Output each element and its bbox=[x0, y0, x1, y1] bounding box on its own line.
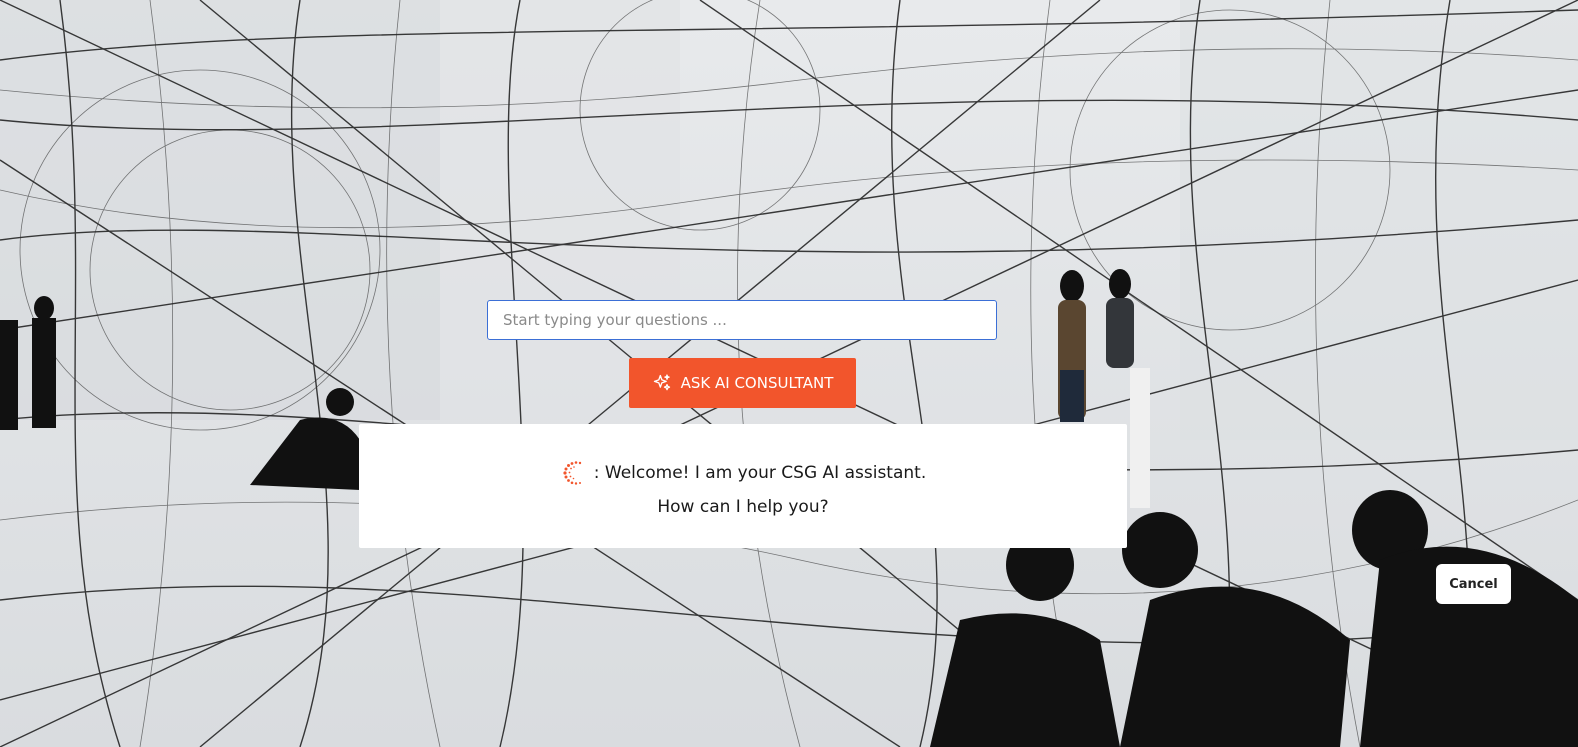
search-input[interactable] bbox=[487, 300, 997, 340]
ask-button-label: ASK AI CONSULTANT bbox=[680, 374, 834, 392]
welcome-line-1: : Welcome! I am your CSG AI assistant. bbox=[359, 458, 1127, 488]
app-stage: ASK AI CONSULTANT bbox=[0, 0, 1578, 747]
ask-ai-consultant-button[interactable]: ASK AI CONSULTANT bbox=[629, 358, 856, 408]
cancel-button[interactable]: Cancel bbox=[1436, 564, 1511, 604]
welcome-line-2: How can I help you? bbox=[657, 497, 829, 517]
ai-assistant-icon bbox=[560, 458, 590, 488]
welcome-message-card: : Welcome! I am your CSG AI assistant. H… bbox=[359, 424, 1127, 548]
sparkle-icon bbox=[652, 373, 672, 393]
welcome-text: : Welcome! I am your CSG AI assistant. bbox=[593, 463, 927, 483]
